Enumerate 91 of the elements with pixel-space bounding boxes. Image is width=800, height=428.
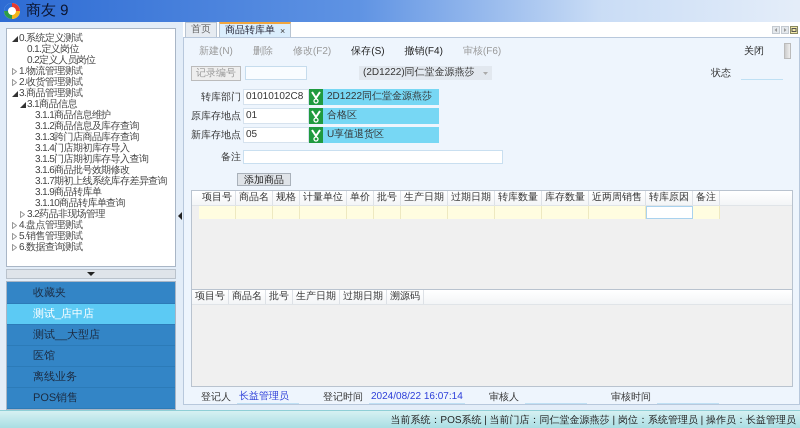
column-header: 生产日期 — [401, 191, 448, 205]
collapsed-arrow-icon[interactable] — [12, 222, 17, 229]
scroll-thumb[interactable] — [784, 43, 791, 59]
name-display: 2D1222同仁堂金源燕莎 — [323, 89, 439, 105]
tree-item[interactable]: 3.1.4门店期初库存导入 — [35, 143, 130, 154]
add-product-button[interactable]: 添加商品 — [237, 173, 291, 186]
tree-item[interactable]: 3.商品管理测试 — [19, 88, 83, 99]
tree-item[interactable]: 0.系统定义测试 — [19, 33, 83, 44]
nav-menu-item[interactable]: 测试__大型店 — [7, 325, 175, 346]
tab[interactable]: 商品转库单 × — [219, 22, 292, 37]
footer-value: 2024/08/22 16:07:14 — [369, 390, 465, 404]
remark-field[interactable] — [243, 150, 503, 164]
column-header: 商品名 — [236, 191, 273, 205]
toolbar-button[interactable]: 保存(S) — [351, 44, 385, 58]
field-label: 原库存地点 — [191, 110, 242, 123]
input-field[interactable]: 01 — [243, 108, 309, 124]
field-label: 转库部门 — [200, 90, 242, 104]
lookup-icon[interactable] — [309, 89, 323, 105]
toolbar-button[interactable]: 撤销(F4) — [404, 44, 443, 58]
tree-item[interactable]: 6.数据查询测试 — [19, 242, 83, 253]
footer-label: 审核人 — [488, 390, 519, 404]
column-header: 转库数量 — [495, 191, 542, 205]
collapsed-arrow-icon[interactable] — [12, 79, 17, 86]
tree-item[interactable]: 0.1.定义岗位 — [27, 44, 79, 55]
tab-close-button[interactable]: × — [280, 24, 286, 37]
caret-icon — [482, 72, 488, 74]
collapsed-arrow-icon[interactable] — [12, 244, 17, 251]
tree-item[interactable]: 3.1.9商品转库单 — [35, 187, 102, 198]
status-label: 状态 — [711, 66, 731, 80]
lookup-icon[interactable] — [309, 127, 323, 143]
status-bar-text: 当前系统：POS系统 | 当前门店：同仁堂金源燕莎 | 岗位：系统管理员 | 操作员：长益管理员 — [390, 414, 796, 426]
tree-item[interactable]: 3.1.7期初上线系统库存差异查询 — [35, 176, 168, 187]
collapsed-arrow-icon[interactable] — [20, 211, 25, 218]
column-header: 备注 — [693, 191, 720, 205]
column-header: 过期日期 — [448, 191, 495, 205]
column-header: 生产日期 — [293, 290, 340, 304]
scroll-left-icon[interactable] — [772, 26, 780, 34]
footer-value: 长益管理员 — [237, 390, 299, 404]
close-button[interactable]: 关闭 — [744, 44, 764, 58]
collapse-down-icon[interactable] — [87, 272, 95, 276]
column-header: 近两周销售 — [589, 191, 646, 205]
tree-item[interactable]: 3.1商品信息 — [27, 99, 77, 110]
column-header: 计量单位 — [300, 191, 347, 205]
lookup-icon[interactable] — [309, 108, 323, 124]
footer-label: 登记人 — [201, 391, 231, 404]
grid-input-cell[interactable] — [646, 206, 693, 219]
tree-item[interactable]: 4.盘点管理测试 — [19, 220, 83, 231]
nav-menu-item[interactable]: 离线业务 — [7, 367, 175, 388]
column-header: 规格 — [273, 191, 300, 205]
footer-label: 审核时间 — [610, 390, 651, 404]
tree-item[interactable]: 3.1.3跨门店商品库存查询 — [35, 132, 139, 143]
tree-item[interactable]: 3.1.1商品信息维护 — [35, 110, 111, 121]
expanded-arrow-icon[interactable] — [20, 102, 26, 108]
tree-item[interactable]: 3.2药品非现场管理 — [27, 209, 105, 220]
field-label: 新库存地点 — [191, 128, 242, 142]
tree-item[interactable]: 0.2定义人员岗位 — [27, 55, 96, 66]
input-field[interactable] — [245, 66, 307, 80]
column-header: 过期日期 — [340, 290, 387, 304]
tree-item[interactable]: 2.收货管理测试 — [19, 77, 83, 88]
name-display: 合格区 — [323, 108, 439, 124]
tree-item[interactable]: 3.1.6商品批号效期修改 — [35, 165, 130, 176]
tree-item[interactable]: 1.物流管理测试 — [19, 66, 83, 77]
tree-item[interactable]: 3.1.10商品转库单查询 — [35, 198, 126, 209]
tree-item[interactable]: 5.销售管理测试 — [19, 231, 83, 242]
footer-label: 登记时间 — [323, 390, 363, 404]
column-header: 转库原因 — [646, 191, 693, 205]
store-dropdown[interactable]: (2D1222)同仁堂金源燕莎 — [359, 66, 492, 80]
column-header: 溯源码 — [387, 290, 424, 304]
tree-item[interactable]: 3.1.5门店期初库存导入查询 — [35, 154, 148, 165]
tab[interactable]: 首页 — [185, 22, 217, 37]
input-field[interactable]: 05 — [243, 127, 309, 143]
name-display: U享值退货区 — [323, 127, 439, 143]
nav-menu-item[interactable]: POS销售 — [7, 388, 175, 409]
collapsed-arrow-icon[interactable] — [12, 68, 17, 75]
window-title: 商友 9 — [26, 1, 69, 21]
input-field[interactable]: 01010102C8 — [243, 89, 309, 105]
column-header: 单价 — [347, 191, 374, 205]
expanded-arrow-icon[interactable] — [12, 36, 18, 42]
expanded-arrow-icon[interactable] — [12, 90, 18, 96]
column-header: 项目号 — [199, 191, 236, 205]
column-header: 商品名 — [229, 290, 266, 304]
collapsed-arrow-icon[interactable] — [12, 233, 17, 240]
window-list-icon[interactable] — [790, 26, 798, 34]
column-header: 批号 — [374, 191, 401, 205]
app-logo-icon — [3, 2, 21, 20]
tree-item[interactable]: 3.1.2商品信息及库存查询 — [35, 121, 139, 132]
nav-menu-item[interactable]: 医馆 — [7, 346, 175, 367]
column-header: 项目号 — [192, 290, 229, 304]
column-header: 批号 — [266, 290, 293, 304]
column-header: 库存数量 — [542, 191, 589, 205]
field-label: 备注 — [220, 150, 242, 164]
